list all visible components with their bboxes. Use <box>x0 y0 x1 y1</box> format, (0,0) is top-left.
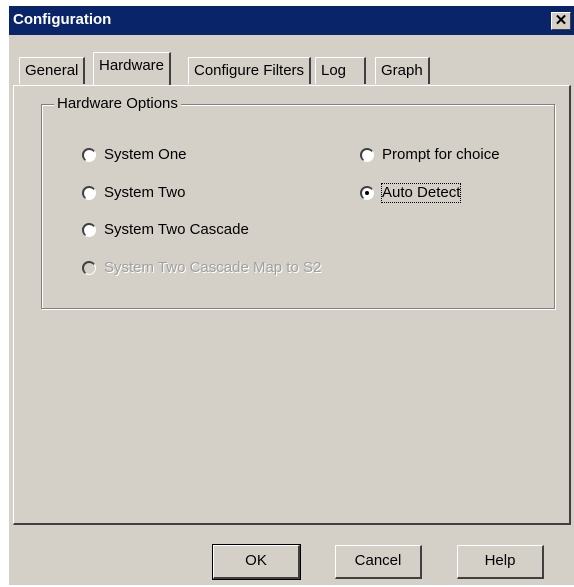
tab-label: Graph <box>381 62 423 79</box>
radio-button[interactable] <box>82 148 96 162</box>
cancel-button[interactable]: Cancel <box>335 545 422 579</box>
tab-configure-filters[interactable]: Configure Filters <box>188 57 312 84</box>
hardware-options-group <box>41 104 555 309</box>
help-button[interactable]: Help <box>457 545 544 579</box>
radio-selected-dot <box>365 191 369 195</box>
tab-hardware[interactable]: Hardware <box>93 52 172 85</box>
tab-label: General <box>25 62 79 79</box>
radio-label: System Two Cascade <box>104 221 249 238</box>
radio-label: Auto Detect <box>380 183 462 203</box>
radio-button[interactable] <box>82 223 96 237</box>
close-icon: ✕ <box>554 12 568 29</box>
radio-label: System One <box>104 146 187 163</box>
close-button[interactable]: ✕ <box>551 12 571 30</box>
configuration-dialog: Configuration ✕ General Hardware Configu… <box>8 5 574 585</box>
window-title: Configuration <box>13 11 112 28</box>
tab-log[interactable]: Log <box>315 57 366 84</box>
ok-button[interactable]: OK <box>212 544 301 580</box>
radio-button <box>82 261 96 275</box>
tab-label: Log <box>321 62 347 79</box>
tab-general[interactable]: General <box>19 57 86 84</box>
group-title: Hardware Options <box>54 96 181 112</box>
radio-label: Prompt for choice <box>382 146 500 163</box>
radio-button[interactable] <box>360 148 374 162</box>
tab-graph[interactable]: Graph <box>375 57 430 84</box>
radio-label: System Two <box>104 184 186 201</box>
radio-button[interactable] <box>82 186 96 200</box>
tab-label: Hardware <box>99 57 165 74</box>
tab-label: Configure Filters <box>194 62 305 79</box>
title-bar[interactable]: Configuration ✕ <box>9 6 574 35</box>
radio-label: System Two Cascade Map to S2 <box>104 259 322 276</box>
radio-button[interactable] <box>360 186 374 200</box>
